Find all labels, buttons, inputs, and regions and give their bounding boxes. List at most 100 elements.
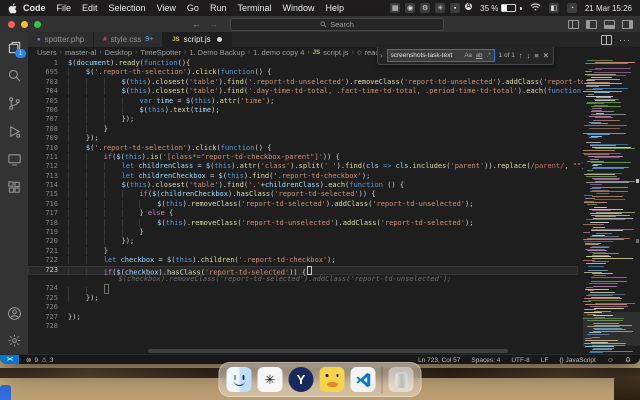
toggle-replace-icon[interactable]: ›: [380, 51, 383, 60]
menu-item-help[interactable]: Help: [325, 3, 344, 13]
go-forward-icon[interactable]: →: [209, 19, 218, 29]
find-next-icon[interactable]: ↓: [527, 52, 531, 60]
code-line[interactable]: 715 if($(childrenCheckbox).hasClass('rep…: [28, 190, 578, 199]
run-debug-icon[interactable]: [6, 123, 22, 139]
statusbar-item-1[interactable]: Spaces: 4: [471, 357, 500, 364]
code-line[interactable]: 711 if($(this).is('[class*="report-td-ch…: [28, 152, 578, 162]
code-line[interactable]: 705 var time = $(this).attr('time');: [28, 96, 578, 106]
remote-indicator[interactable]: ><: [0, 355, 19, 364]
find-input[interactable]: [390, 52, 461, 59]
menubar-app-icon-5[interactable]: ▪: [450, 3, 461, 13]
notifications-bell-icon[interactable]: [625, 356, 631, 365]
statusbar-item-2[interactable]: UTF-8: [511, 357, 529, 364]
menu-item-view[interactable]: View: [157, 3, 176, 13]
statusbar-item-4[interactable]: {} JavaScript: [559, 357, 596, 364]
breadcrumb-item[interactable]: 1. Demo Backup: [189, 48, 244, 57]
code-line[interactable]: 723 if($(checkbox).hasClass('report-td-s…: [28, 265, 578, 277]
breadcrumb-item[interactable]: 1. demo copy 4: [253, 48, 304, 57]
code-line[interactable]: 695 $('.report-th-selection').click(func…: [28, 68, 578, 77]
toggle-secondary-sidebar-icon[interactable]: [622, 19, 633, 29]
accounts-icon[interactable]: [6, 305, 22, 321]
command-center-search[interactable]: Search: [230, 18, 444, 31]
source-control-icon[interactable]: [6, 95, 22, 111]
code-line[interactable]: 726: [28, 303, 578, 312]
code-line[interactable]: 719 }: [28, 228, 578, 237]
code-line[interactable]: 703 $(this).closest('table').find('.repo…: [28, 77, 636, 87]
battery-indicator[interactable]: 35 %: [480, 4, 522, 13]
horizontal-scrollbar[interactable]: [148, 349, 508, 353]
problems-status[interactable]: ⊗ 9 ⚠ 3: [19, 356, 61, 365]
search-icon[interactable]: [6, 67, 22, 83]
zoom-window-button[interactable]: [34, 20, 41, 28]
find-in-selection-icon[interactable]: ≡: [534, 52, 538, 60]
code-line[interactable]: 725 });: [28, 293, 578, 303]
menu-item-window[interactable]: Window: [282, 3, 314, 13]
minimap[interactable]: [583, 58, 635, 354]
modified-dot-icon[interactable]: [216, 37, 222, 42]
breadcrumb-item[interactable]: TimeSpotter: [140, 48, 181, 57]
feedback-icon[interactable]: ☺: [607, 357, 614, 364]
settings-icon[interactable]: [6, 332, 22, 348]
breadcrumb-item[interactable]: Desktop: [105, 48, 133, 57]
remote-icon[interactable]: [6, 151, 22, 167]
explorer-icon[interactable]: 1: [6, 39, 26, 58]
code-editor[interactable]: 1 $(document).ready(function(){695 $('.re…: [28, 58, 640, 354]
code-line[interactable]: 724: [28, 284, 578, 295]
menu-item-go[interactable]: Go: [187, 3, 199, 13]
go-back-icon[interactable]: ←: [192, 19, 201, 29]
menubar-extra-icon-2[interactable]: ◔: [566, 3, 577, 13]
menu-item-file[interactable]: File: [57, 3, 72, 13]
code-line[interactable]: 712 let childrenClass = $(this).attr('cl…: [28, 162, 590, 171]
toggle-panel-icon[interactable]: [604, 19, 615, 29]
split-editor-icon[interactable]: [601, 34, 612, 45]
tab-style-css[interactable]: # style.css 9+: [94, 32, 164, 47]
code-line[interactable]: 716 $(this).removeClass('report-td-selec…: [28, 199, 578, 209]
whole-word-toggle[interactable]: ab: [476, 53, 483, 59]
breadcrumb-item[interactable]: master-al: [65, 48, 96, 57]
code-line[interactable]: 709 });: [28, 134, 578, 143]
code-line[interactable]: 717 } else {: [28, 209, 578, 218]
code-line[interactable]: 720 });: [28, 237, 578, 246]
menubar-extra-icon-1[interactable]: ◧: [548, 3, 559, 13]
menu-item-edit[interactable]: Edit: [82, 3, 98, 13]
menu-item-code[interactable]: Code: [23, 3, 46, 13]
menu-item-run[interactable]: Run: [210, 3, 227, 13]
code-line[interactable]: 704 $(this).closest('table').find('.day-…: [28, 87, 602, 96]
code-line[interactable]: 707 });: [28, 115, 578, 124]
code-line[interactable]: 721 }: [28, 246, 578, 256]
code-line[interactable]: 718 $(this).removeClass('report-td-unsel…: [28, 218, 578, 228]
toggle-primary-sidebar-icon[interactable]: [586, 19, 597, 29]
code-line[interactable]: 713 let childrenCheckbox = $(this).find(…: [28, 171, 578, 181]
minimize-window-button[interactable]: [21, 20, 28, 28]
dock-item-vscode[interactable]: [350, 367, 376, 392]
close-find-icon[interactable]: ✕: [543, 52, 549, 60]
find-previous-icon[interactable]: ↑: [519, 52, 523, 60]
breadcrumb-item[interactable]: script.js: [323, 48, 348, 57]
menubar-app-icon-4[interactable]: ✳: [435, 3, 446, 13]
tab-script-js[interactable]: JS script.js: [163, 32, 232, 47]
regex-toggle[interactable]: .*: [487, 53, 491, 59]
code-line[interactable]: 727});: [28, 313, 578, 322]
customize-layout-icon[interactable]: [568, 19, 579, 29]
dock-item-finder[interactable]: [226, 367, 252, 392]
minimap-slider[interactable]: [583, 312, 640, 346]
menubar-app-icon-3[interactable]: ⚙: [420, 3, 431, 13]
menubar-app-icon-1[interactable]: ▦: [390, 3, 401, 13]
menubar-app-icon-6[interactable]: A: [465, 3, 473, 10]
dock-item-duck[interactable]: [319, 367, 345, 392]
menubar-app-icon-2[interactable]: ◉: [405, 3, 416, 13]
extensions-icon[interactable]: [6, 179, 22, 195]
code-line[interactable]: 706 $(this).text(time);: [28, 105, 578, 115]
apple-menu-icon[interactable]: [8, 2, 19, 14]
code-line[interactable]: 710 $('.report-td-selection').click(func…: [28, 143, 578, 153]
dock-item-y-browser[interactable]: Y: [288, 367, 314, 392]
code-line[interactable]: 714 $(this).closest('table').find('.'+ch…: [28, 181, 578, 190]
menubar-clock[interactable]: 21 Mar 15:26: [585, 4, 632, 13]
dock-item-chatgpt[interactable]: ✳: [257, 367, 283, 392]
code-line[interactable]: 728: [28, 322, 578, 331]
statusbar-item-0[interactable]: Ln 723, Col 57: [418, 357, 460, 364]
code-line[interactable]: 722 let checkbox = $(this).children('.re…: [28, 256, 578, 265]
breadcrumb-item[interactable]: Users: [37, 48, 57, 57]
wifi-icon[interactable]: [530, 3, 541, 13]
close-window-button[interactable]: [8, 20, 15, 28]
